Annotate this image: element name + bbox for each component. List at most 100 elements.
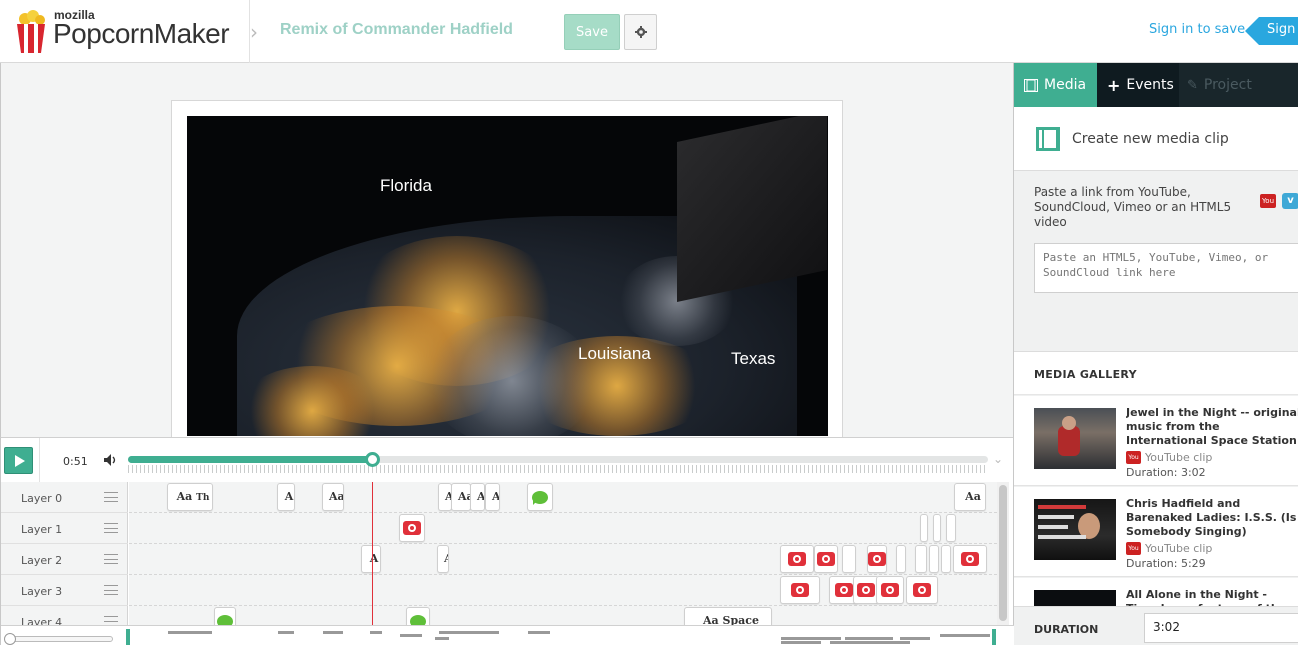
image-event[interactable]	[906, 576, 938, 604]
duration-bar: DURATION 3:02	[1014, 606, 1298, 645]
tab-media-label: Media	[1044, 77, 1087, 93]
image-event[interactable]	[915, 545, 927, 573]
media-url-input[interactable]	[1034, 243, 1298, 293]
brand-popcornmaker: PopcornMaker	[53, 18, 230, 49]
layer-labels: Layer 0 Layer 1 Layer 2 Layer 3 Layer 4	[1, 482, 128, 637]
settings-button[interactable]	[624, 14, 657, 50]
timeline-tracks[interactable]: Aa Th A Aa A Aa A A Aa A A Aa	[129, 482, 997, 632]
video-label-texas: Texas	[731, 349, 776, 368]
side-panel: Media + Events ✎ Project Create new medi…	[1013, 63, 1298, 645]
gallery-item-title: Chris Hadfield and Barenaked Ladies: I.S…	[1126, 497, 1297, 538]
text-event[interactable]: Aa	[451, 483, 471, 511]
layer-name: Layer 0	[21, 492, 63, 505]
image-event[interactable]	[780, 545, 814, 573]
gallery-item-duration: Duration: 5:29	[1126, 557, 1206, 570]
sign-in-to-save-link[interactable]: Sign in to save	[1149, 22, 1245, 37]
camera-icon	[857, 583, 875, 597]
comment-event[interactable]	[527, 483, 553, 511]
progress-track[interactable]	[128, 456, 988, 463]
image-event[interactable]	[929, 545, 939, 573]
create-media-clip-button[interactable]: Create new media clip	[1014, 107, 1298, 171]
text-event[interactable]: Aa	[954, 483, 986, 511]
image-event[interactable]	[867, 545, 887, 573]
text-event[interactable]: Aa Th	[167, 483, 213, 511]
text-event[interactable]: A	[437, 545, 449, 573]
tab-project[interactable]: ✎ Project	[1179, 63, 1298, 107]
image-event[interactable]	[399, 514, 425, 542]
camera-icon	[403, 521, 421, 535]
text-event[interactable]: A	[361, 545, 381, 573]
tab-events-label: Events	[1126, 77, 1174, 93]
volume-icon[interactable]	[104, 454, 118, 466]
image-event[interactable]	[946, 514, 956, 542]
zoom-slider[interactable]	[4, 633, 113, 645]
gallery-thumbnail	[1034, 499, 1116, 560]
image-event[interactable]	[933, 514, 941, 542]
paste-link-instructions: Paste a link from YouTube, SoundCloud, V…	[1034, 185, 1232, 229]
tab-events[interactable]: + Events	[1097, 63, 1179, 107]
layer-row-2[interactable]: Layer 2	[1, 544, 128, 575]
image-event[interactable]	[876, 576, 904, 604]
camera-icon	[817, 552, 835, 566]
scrubber-handle[interactable]	[365, 452, 381, 467]
text-event[interactable]: A	[438, 483, 452, 511]
playhead[interactable]	[372, 482, 373, 645]
play-button[interactable]	[4, 447, 33, 474]
text-event[interactable]: A	[485, 483, 500, 511]
drag-handle-icon[interactable]	[104, 585, 118, 595]
youtube-icon: You	[1260, 194, 1276, 208]
logo[interactable]: mozilla PopcornMaker	[0, 0, 250, 63]
layer-row-1[interactable]: Layer 1	[1, 513, 128, 544]
image-event[interactable]	[814, 545, 838, 573]
image-event[interactable]	[920, 514, 928, 542]
layer-row-0[interactable]: Layer 0	[1, 482, 128, 513]
layer-name: Layer 2	[21, 554, 63, 567]
camera-icon	[868, 552, 886, 566]
layer-name: Layer 1	[21, 523, 63, 536]
image-event[interactable]	[941, 545, 951, 573]
timeline: 0:51 ⌄ Layer 0 Layer 1 Layer 2 Layer 3 L…	[0, 437, 1014, 645]
text-event[interactable]: Aa	[322, 483, 344, 511]
divider	[39, 438, 40, 482]
layer-row-3[interactable]: Layer 3	[1, 575, 128, 606]
youtube-icon: You	[1126, 451, 1141, 464]
chevron-down-icon[interactable]: ⌄	[993, 452, 1003, 466]
overview-window[interactable]	[126, 629, 996, 645]
gallery-item-duration: Duration: 3:02	[1126, 466, 1206, 479]
camera-icon	[961, 552, 979, 566]
drag-handle-icon[interactable]	[104, 492, 118, 502]
camera-icon	[791, 583, 809, 597]
current-time: 0:51	[63, 455, 88, 468]
text-event[interactable]: A	[470, 483, 485, 511]
text-event[interactable]: A	[277, 483, 295, 511]
create-media-clip-label: Create new media clip	[1072, 131, 1229, 147]
gallery-item[interactable]: Jewel in the Night -- original music fro…	[1014, 396, 1298, 486]
scrollbar-thumb[interactable]	[999, 485, 1007, 621]
sign-in-button[interactable]: Sign in	[1245, 17, 1298, 45]
duration-label: DURATION	[1034, 623, 1099, 636]
video-label-louisiana: Louisiana	[578, 344, 651, 363]
image-event[interactable]	[842, 545, 856, 573]
duration-input[interactable]: 3:02	[1144, 613, 1298, 643]
project-title[interactable]: Remix of Commander Hadfield	[280, 21, 513, 39]
film-icon	[1024, 78, 1038, 92]
space-station-panel	[677, 116, 827, 302]
save-button[interactable]: Save	[564, 14, 620, 50]
media-gallery-header: MEDIA GALLERY	[1014, 351, 1298, 395]
popcorn-bucket-icon	[17, 10, 45, 53]
gallery-item-title: Jewel in the Night -- original music fro…	[1126, 406, 1298, 447]
layer-name: Layer 3	[21, 585, 63, 598]
gallery-thumbnail	[1034, 408, 1116, 469]
tracks-scrollbar[interactable]	[997, 482, 1009, 632]
drag-handle-icon[interactable]	[104, 523, 118, 533]
zoom-slider-knob[interactable]	[4, 633, 16, 645]
progress-fill	[128, 456, 374, 463]
image-event[interactable]	[780, 576, 820, 604]
video-player[interactable]: Florida Louisiana Texas	[187, 116, 828, 436]
tab-media[interactable]: Media	[1014, 63, 1097, 107]
image-event[interactable]	[953, 545, 987, 573]
gallery-item[interactable]: Chris Hadfield and Barenaked Ladies: I.S…	[1014, 487, 1298, 577]
drag-handle-icon[interactable]	[104, 554, 118, 564]
image-event[interactable]	[896, 545, 906, 573]
camera-icon	[835, 583, 853, 597]
